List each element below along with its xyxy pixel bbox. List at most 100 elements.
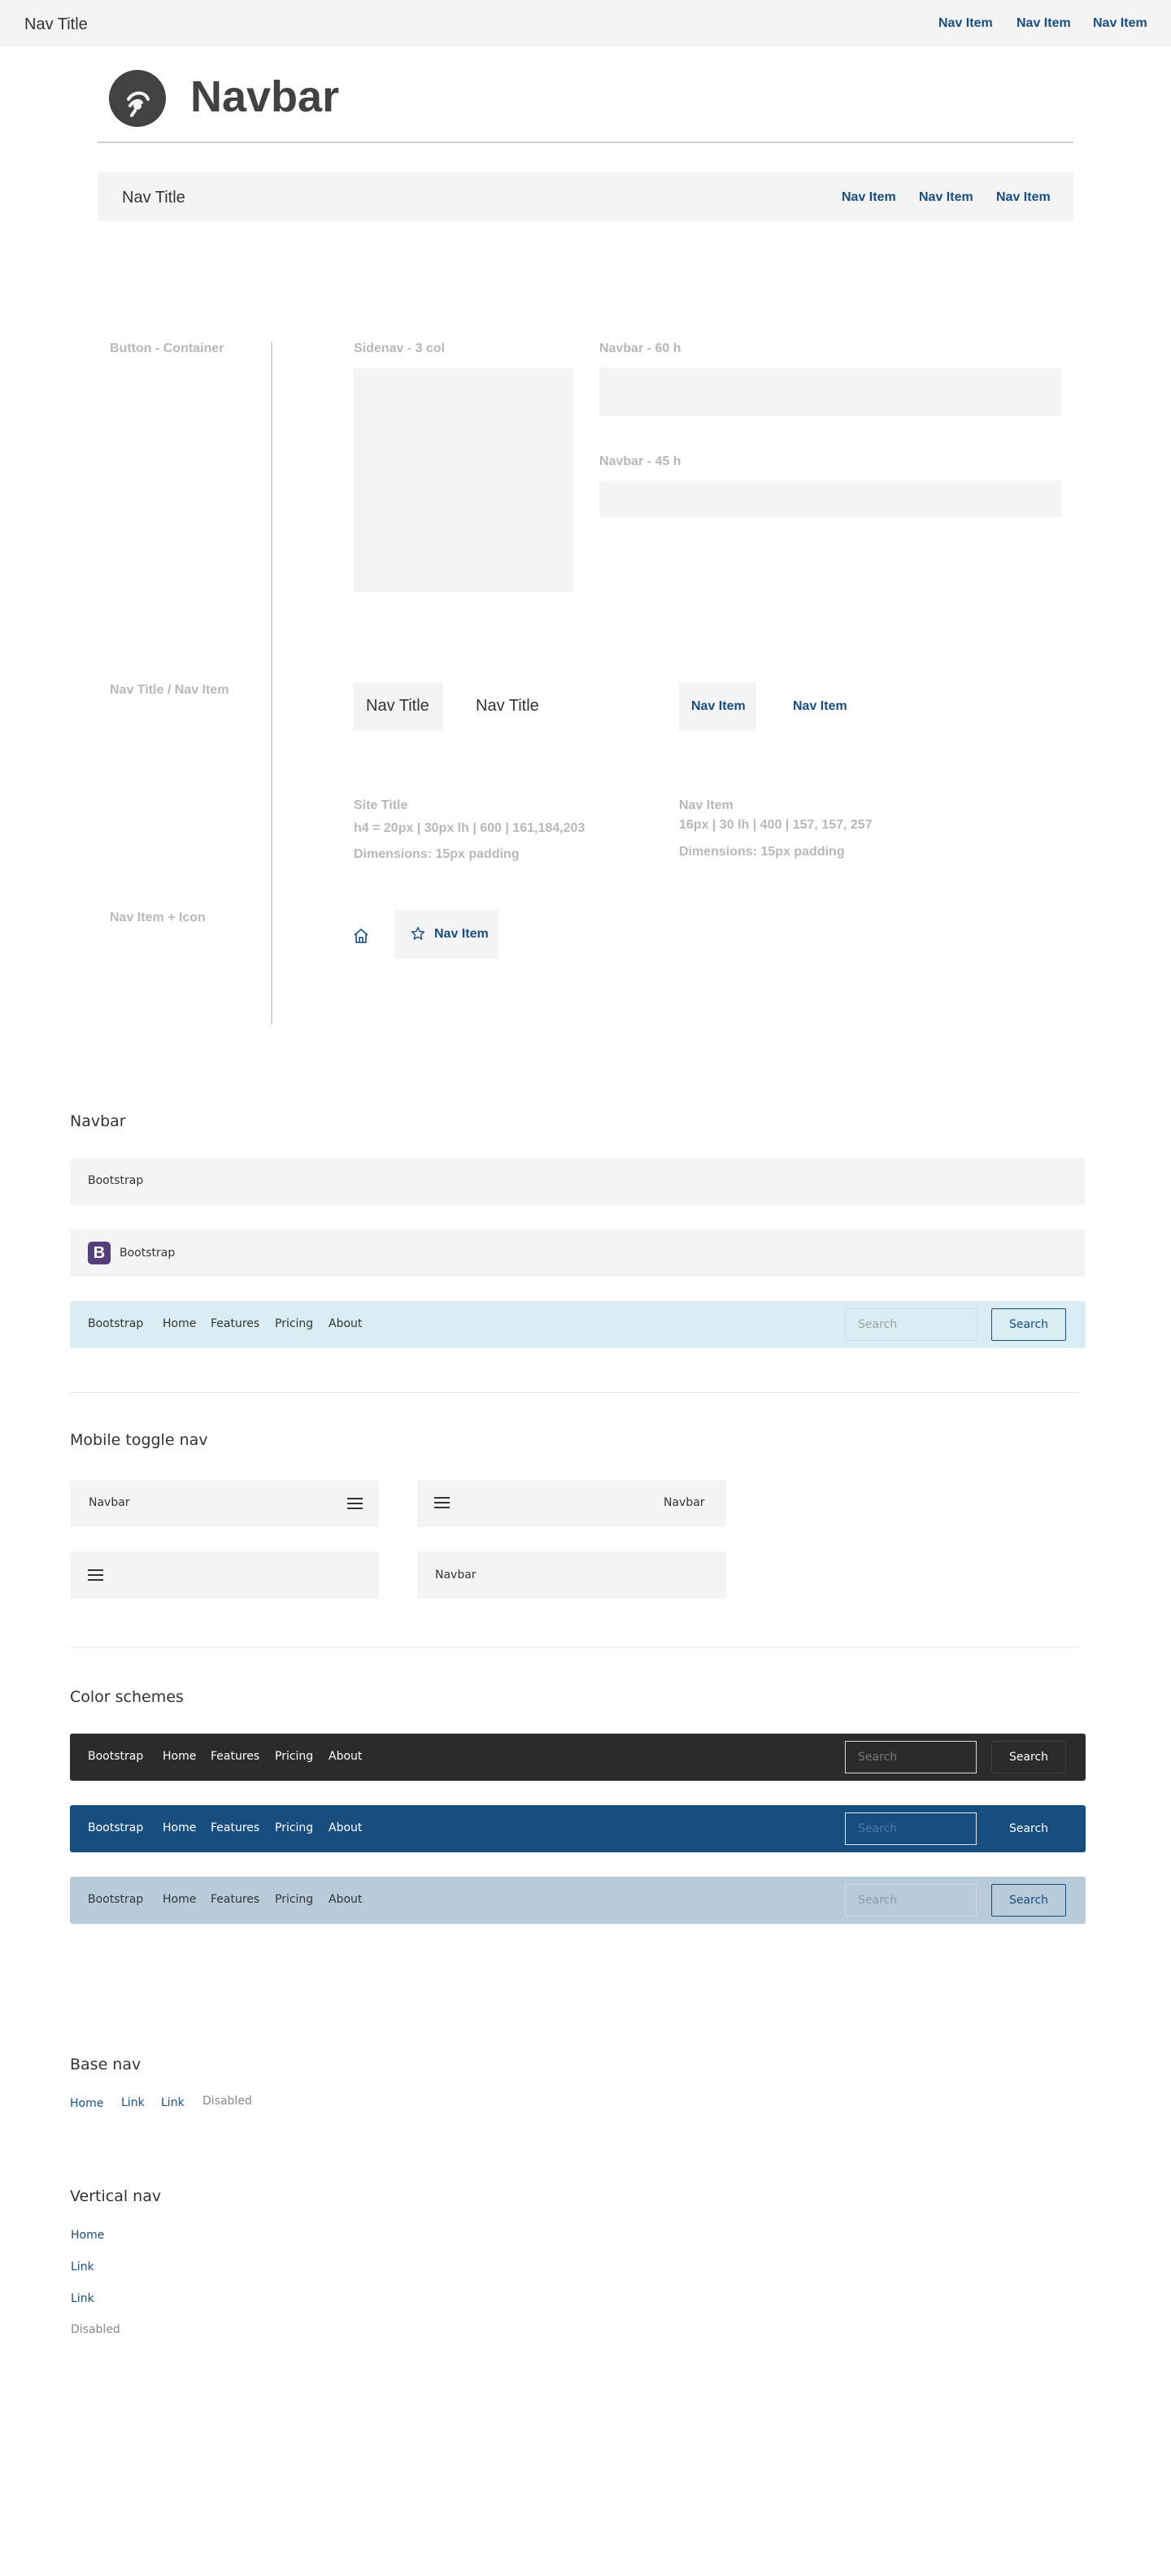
demo-nav-item-2[interactable]: Nav Item [919, 190, 973, 205]
navbar-slate-link-pricing[interactable]: Pricing [275, 1893, 313, 1906]
spec-site-title-dims: Dimensions: 15px padding [354, 847, 520, 861]
star-icon [411, 926, 425, 941]
home-icon[interactable] [353, 928, 369, 944]
spec-nav-item-b[interactable]: Nav Item [793, 699, 847, 714]
navbar-dark-link-pricing[interactable]: Pricing [275, 1750, 313, 1763]
navbar-info: Bootstrap Home Features Pricing About Se… [70, 1301, 1086, 1348]
hero-divider [98, 141, 1073, 143]
base-nav-link-2[interactable]: Link [161, 2096, 185, 2109]
spec-site-title-spec: h4 = 20px | 30px lh | 600 | 161,184,203 [354, 821, 586, 835]
spec-navbar60-box [599, 368, 1061, 416]
navbar-slate-search-input[interactable]: Search [845, 1884, 977, 1917]
spec-navbar45-box [599, 481, 1061, 517]
navbar-primary-link-about[interactable]: About [329, 1821, 362, 1834]
navbar-slate-link-features[interactable]: Features [211, 1893, 259, 1906]
mobile-nav-b: Navbar [417, 1480, 726, 1527]
demo-nav-item-1[interactable]: Nav Item [842, 190, 896, 205]
navbar-info-link-about[interactable]: About [329, 1317, 362, 1330]
color-section-title: Color schemes [70, 1688, 184, 1706]
navbar-info-link-home[interactable]: Home [163, 1317, 196, 1330]
mobile-nav-c [70, 1551, 379, 1599]
base-nav-home[interactable]: Home [70, 2097, 103, 2110]
navbar-info-link-pricing[interactable]: Pricing [275, 1317, 313, 1330]
hamburger-icon[interactable] [434, 1497, 450, 1508]
navbar-dark-link-features[interactable]: Features [211, 1750, 259, 1763]
navbar-basic: Bootstrap [70, 1158, 1086, 1205]
navbar-slate-link-about[interactable]: About [329, 1893, 362, 1906]
spec-vertical-divider [271, 342, 272, 1025]
mobile-nav-a: Navbar [70, 1480, 379, 1527]
spec-button-container-label: Button - Container [110, 342, 224, 355]
navbar-primary-search-button[interactable]: Search [991, 1812, 1066, 1845]
navbar-slate-brand[interactable]: Bootstrap [88, 1893, 143, 1906]
demo-nav-item-3[interactable]: Nav Item [996, 190, 1051, 205]
spec-nav-item-icon-label: Nav Item + Icon [110, 911, 206, 925]
navbar-info-brand[interactable]: Bootstrap [88, 1317, 143, 1330]
navbar-dark: Bootstrap Home Features Pricing About Se… [70, 1734, 1086, 1781]
base-nav-disabled: Disabled [202, 2095, 252, 2108]
navbar-primary-brand[interactable]: Bootstrap [88, 1821, 143, 1834]
navbar-primary: Bootstrap Home Features Pricing About Se… [70, 1805, 1086, 1852]
spec-sidenav-box [354, 368, 573, 592]
bootstrap-logo-icon[interactable]: B [88, 1242, 111, 1264]
hamburger-icon[interactable] [347, 1498, 363, 1509]
vertical-nav-title: Vertical nav [70, 2187, 162, 2205]
section-divider-1 [70, 1392, 1078, 1393]
vertical-nav-home[interactable]: Home [71, 2229, 104, 2242]
spec-sidenav-label: Sidenav - 3 col [354, 342, 446, 355]
hero-logo-icon [109, 70, 166, 127]
spec-nav-title-a: Nav Title [366, 697, 429, 715]
vertical-nav-link-2[interactable]: Link [71, 2292, 94, 2305]
spec-navbar60-label: Navbar - 60 h [599, 342, 681, 355]
navbar-slate-link-home[interactable]: Home [163, 1893, 196, 1906]
spec-icon-nav-item[interactable]: Nav Item [394, 910, 498, 959]
spec-nav-item-spec: 16px | 30 lh | 400 | 157, 157, 257 [679, 818, 873, 832]
spec-nav-title-b[interactable]: Nav Title [476, 697, 539, 716]
navbar-slate: Bootstrap Home Features Pricing About Se… [70, 1877, 1086, 1924]
spec-nav-item-dims: Dimensions: 15px padding [679, 845, 845, 859]
navbar-info-search-button[interactable]: Search [991, 1308, 1066, 1341]
navbar-primary-link-pricing[interactable]: Pricing [275, 1821, 313, 1834]
navbar-section-title: Navbar [70, 1112, 126, 1130]
nav-item-1[interactable]: Nav Item [938, 16, 993, 31]
navbar-dark-search-input[interactable]: Search [845, 1741, 977, 1773]
spec-nav-item-a: Nav Item [691, 699, 746, 713]
vertical-nav-link-1[interactable]: Link [71, 2261, 94, 2274]
navbar-dark-search-button[interactable]: Search [991, 1741, 1066, 1773]
navbar-dark-search-placeholder: Search [858, 1751, 898, 1764]
base-nav-title: Base nav [70, 2056, 141, 2073]
navbar-primary-search-placeholder: Search [858, 1822, 898, 1835]
nav-item-3[interactable]: Nav Item [1093, 16, 1147, 31]
navbar-with-logo: B Bootstrap [70, 1229, 1086, 1277]
nav-title[interactable]: Nav Title [24, 15, 88, 34]
mobile-nav-d: Navbar [417, 1551, 726, 1599]
navbar-info-search-input[interactable]: Search [845, 1308, 977, 1341]
navbar-dark-brand[interactable]: Bootstrap [88, 1750, 143, 1763]
spec-icon-nav-item-label: Nav Item [434, 927, 489, 941]
top-navbar: Nav Title Nav Item Nav Item Nav Item [0, 0, 1171, 47]
spec-nav-item-hover[interactable]: Nav Item [679, 682, 756, 731]
hamburger-icon[interactable] [88, 1569, 103, 1581]
navbar-info-link-features[interactable]: Features [211, 1317, 259, 1330]
mobile-nav-b-brand[interactable]: Navbar [664, 1496, 705, 1509]
navbar-info-search-placeholder: Search [858, 1318, 898, 1331]
navbar-primary-search-input[interactable]: Search [845, 1812, 977, 1845]
navbar-primary-link-features[interactable]: Features [211, 1821, 259, 1834]
mobile-nav-a-brand[interactable]: Navbar [89, 1496, 130, 1509]
spec-navbar45-label: Navbar - 45 h [599, 455, 681, 468]
vertical-nav-disabled: Disabled [71, 2323, 120, 2336]
mobile-nav-d-brand[interactable]: Navbar [435, 1569, 477, 1582]
nav-item-2[interactable]: Nav Item [1016, 16, 1071, 31]
navbar-with-logo-brand[interactable]: Bootstrap [120, 1247, 175, 1260]
navbar-slate-search-button[interactable]: Search [991, 1884, 1066, 1917]
navbar-dark-link-home[interactable]: Home [163, 1750, 196, 1763]
spec-site-title-label: Site Title [354, 798, 408, 812]
navbar-dark-link-about[interactable]: About [329, 1750, 362, 1763]
spec-nav-title-hover[interactable]: Nav Title [354, 682, 443, 731]
base-nav-link-1[interactable]: Link [121, 2096, 145, 2109]
navbar-slate-search-placeholder: Search [858, 1894, 898, 1907]
demo-navbar: Nav Title Nav Item Nav Item Nav Item [98, 172, 1073, 221]
demo-nav-title[interactable]: Nav Title [122, 189, 185, 207]
navbar-primary-link-home[interactable]: Home [163, 1821, 196, 1834]
navbar-basic-brand[interactable]: Bootstrap [88, 1174, 143, 1187]
